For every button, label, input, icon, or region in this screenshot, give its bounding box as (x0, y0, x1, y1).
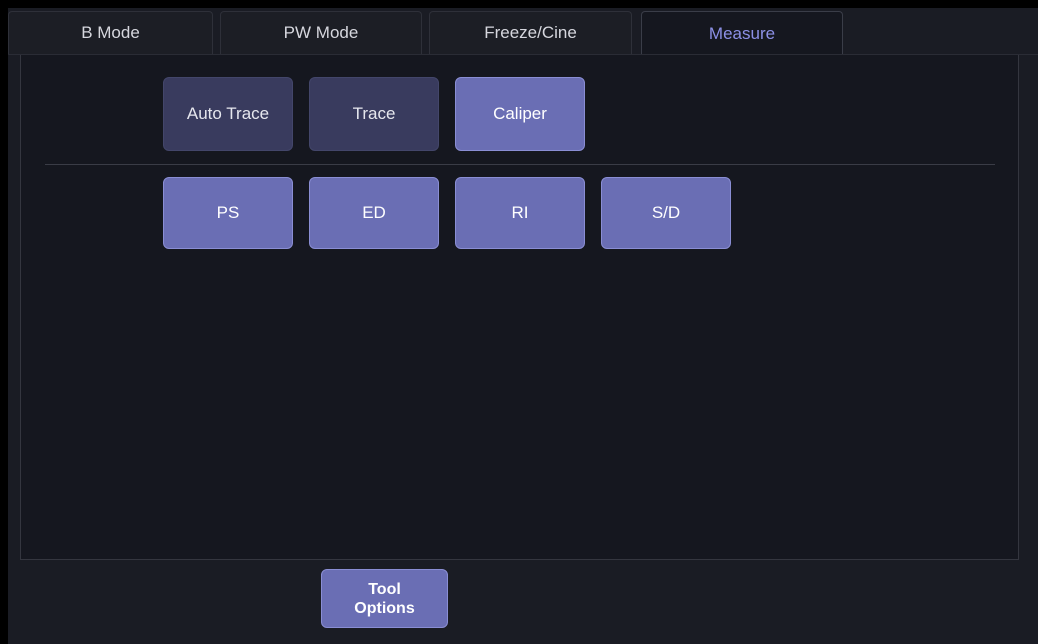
tab-b-mode[interactable]: B Mode (8, 11, 213, 54)
ps-button[interactable]: PS (163, 177, 293, 249)
ed-button[interactable]: ED (309, 177, 439, 249)
trace-button[interactable]: Trace (309, 77, 439, 151)
caliper-button[interactable]: Caliper (455, 77, 585, 151)
section-divider (45, 164, 995, 165)
tab-pw-mode[interactable]: PW Mode (220, 11, 422, 54)
tab-measure[interactable]: Measure (641, 11, 843, 55)
tab-freeze-cine[interactable]: Freeze/Cine (429, 11, 632, 54)
auto-trace-button[interactable]: Auto Trace (163, 77, 293, 151)
tool-options-label-line2: Options (354, 599, 415, 617)
measure-panel: Auto Trace Trace Caliper PS ED RI S/D (20, 55, 1019, 560)
ri-button[interactable]: RI (455, 177, 585, 249)
sd-button[interactable]: S/D (601, 177, 731, 249)
tool-options-button[interactable]: Tool Options (321, 569, 448, 628)
tool-options-label-line1: Tool (368, 580, 401, 598)
footer-bar: Tool Options (8, 560, 1038, 644)
ultrasound-control-panel: B Mode PW Mode Freeze/Cine Measure Auto … (8, 8, 1038, 644)
